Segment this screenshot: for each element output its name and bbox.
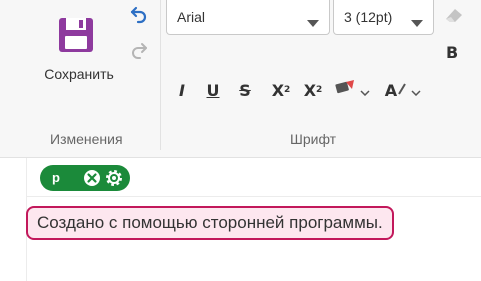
gear-icon[interactable] bbox=[105, 169, 123, 192]
chevron-down-icon bbox=[411, 81, 421, 100]
superscript-mark: 2 bbox=[316, 85, 323, 95]
group-label-changes: Изменения bbox=[50, 131, 123, 147]
subscript-mark: 2 bbox=[284, 85, 291, 95]
close-icon[interactable] bbox=[83, 169, 101, 192]
save-button[interactable]: Сохранить bbox=[30, 8, 128, 88]
subscript-button[interactable]: X2 bbox=[270, 78, 292, 102]
eraser-icon bbox=[443, 6, 465, 29]
font-color-letter: A bbox=[384, 80, 398, 100]
strikethrough-button[interactable]: S bbox=[238, 78, 252, 102]
font-family-select[interactable]: Arial bbox=[166, 0, 330, 35]
font-size-select[interactable]: 3 (12pt) bbox=[333, 0, 434, 35]
save-button-label: Сохранить bbox=[44, 66, 114, 82]
superscript-button[interactable]: X2 bbox=[302, 78, 324, 102]
chevron-down-icon bbox=[307, 14, 319, 30]
selected-paragraph[interactable]: Создано с помощью сторонней программы. bbox=[26, 206, 394, 240]
pen-icon bbox=[397, 81, 407, 100]
bold-button[interactable]: B bbox=[446, 43, 458, 62]
tag-row-divider bbox=[26, 196, 481, 197]
element-tag-pill[interactable]: p bbox=[40, 165, 130, 191]
superscript-x: X bbox=[303, 80, 317, 100]
ribbon-toolbar: Сохранить Изменения Arial 3 (12pt) B I U… bbox=[0, 0, 481, 158]
redo-icon bbox=[129, 40, 149, 65]
highlighter-icon bbox=[334, 79, 356, 101]
group-label-font: Шрифт bbox=[290, 131, 337, 147]
chevron-down-icon bbox=[360, 81, 370, 100]
tag-name: p bbox=[52, 170, 60, 185]
floppy-disk-icon bbox=[57, 16, 95, 59]
subscript-x: X bbox=[271, 80, 285, 100]
font-family-value: Arial bbox=[177, 9, 206, 25]
chevron-down-icon bbox=[411, 14, 423, 30]
group-separator bbox=[160, 0, 161, 150]
highlight-color-button[interactable] bbox=[332, 78, 372, 102]
underline-button[interactable]: U bbox=[206, 78, 220, 102]
undo-icon[interactable] bbox=[129, 4, 149, 29]
font-size-value: 3 (12pt) bbox=[344, 9, 393, 25]
font-color-button[interactable]: A bbox=[382, 78, 424, 102]
italic-button[interactable]: I bbox=[176, 78, 188, 102]
